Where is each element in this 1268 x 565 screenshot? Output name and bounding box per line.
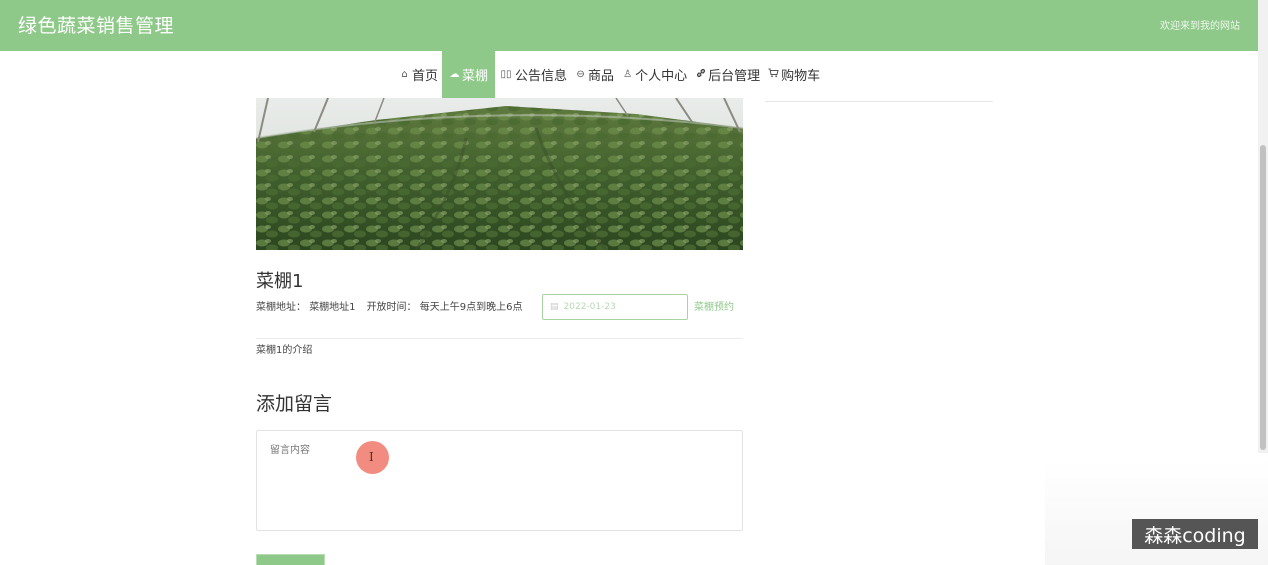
info-divider xyxy=(256,338,743,339)
address-label: 菜棚地址： xyxy=(256,302,306,313)
nav-item-label: 商品 xyxy=(588,69,615,84)
main-nav: ⌂ 首页 ☁ 菜棚 ▯▯ 公告信息 ⊖ 商品 ♙ 个人中心 后台管理 购物车 xyxy=(395,51,824,98)
home-icon: ⌂ xyxy=(401,69,408,80)
nav-item-label: 后台管理 xyxy=(708,69,761,84)
greenhouse-intro: 菜棚1的介绍 xyxy=(256,345,313,356)
nav-item-label: 首页 xyxy=(412,69,439,84)
nav-item-label: 购物车 xyxy=(781,69,821,84)
comment-section-title: 添加留言 xyxy=(256,393,333,415)
nav-item-products[interactable]: ⊖ 商品 xyxy=(571,51,618,98)
address-field: 菜棚地址： 菜棚地址1 xyxy=(256,298,356,313)
user-icon: ♙ xyxy=(623,69,633,80)
reserve-button[interactable]: 菜棚预约 xyxy=(694,298,734,313)
greenhouse-name: 菜棚1 xyxy=(256,271,304,292)
circle-minus-icon: ⊖ xyxy=(576,69,585,80)
calendar-icon: ▤ xyxy=(550,302,559,312)
scrollbar-thumb[interactable] xyxy=(1260,145,1266,450)
site-title: 绿色蔬菜销售管理 xyxy=(18,15,175,37)
nav-item-greenhouse[interactable]: ☁ 菜棚 xyxy=(442,51,496,98)
top-header: 绿色蔬菜销售管理 欢迎来到我的网站 xyxy=(0,0,1258,51)
nav-item-label: 菜棚 xyxy=(462,69,489,84)
nav-item-label: 个人中心 xyxy=(635,69,688,84)
nav-item-label: 公告信息 xyxy=(515,69,568,84)
hours-value: 每天上午9点到晚上6点 xyxy=(419,302,523,313)
nav-item-home[interactable]: ⌂ 首页 xyxy=(395,51,442,98)
reservation-date-input[interactable]: ▤ 2022-01-23 xyxy=(542,294,688,320)
nav-item-cart[interactable]: 购物车 xyxy=(764,51,824,98)
watermark-shade xyxy=(1045,460,1268,565)
hours-label: 开放时间： xyxy=(366,302,417,313)
submit-comment-button[interactable] xyxy=(256,554,325,565)
columns-icon: ▯▯ xyxy=(500,69,512,80)
comment-input[interactable] xyxy=(256,430,743,531)
nav-item-profile[interactable]: ♙ 个人中心 xyxy=(618,51,691,98)
welcome-text: 欢迎来到我的网站 xyxy=(1160,21,1240,32)
text-cursor-icon: I xyxy=(369,450,374,464)
address-value: 菜棚地址1 xyxy=(309,302,356,313)
greenhouse-image xyxy=(256,98,743,250)
reservation-date-value: 2022-01-23 xyxy=(563,302,616,312)
watermark: 森森coding xyxy=(1132,519,1258,549)
link-icon xyxy=(695,68,706,81)
greenhouse-meta: 菜棚地址： 菜棚地址1 开放时间： 每天上午9点到晚上6点 xyxy=(256,298,522,313)
nav-item-announcements[interactable]: ▯▯ 公告信息 xyxy=(495,51,571,98)
cart-icon xyxy=(768,68,779,81)
cloud-icon: ☁ xyxy=(449,69,460,80)
hours-field: 开放时间： 每天上午9点到晚上6点 xyxy=(367,298,523,313)
sidebar-divider xyxy=(765,101,993,102)
nav-item-admin[interactable]: 后台管理 xyxy=(691,51,764,98)
